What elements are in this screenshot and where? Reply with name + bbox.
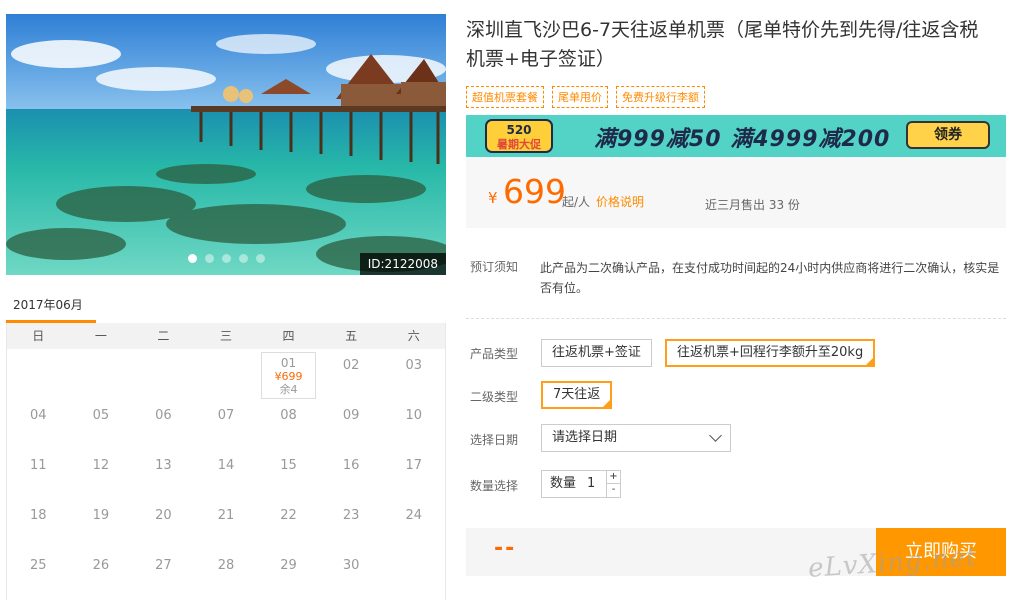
sold-count: 近三月售出 33 份 bbox=[705, 198, 800, 212]
calendar-day: 04 bbox=[30, 408, 47, 423]
chevron-down-icon bbox=[709, 429, 722, 442]
price-explain-link[interactable]: 价格说明 bbox=[596, 193, 644, 210]
calendar-day: 03 bbox=[405, 358, 422, 373]
booking-notice-label: 预订须知 bbox=[470, 260, 519, 274]
calendar-day: 09 bbox=[342, 408, 360, 423]
calendar-day: 10 bbox=[405, 408, 422, 423]
calendar-day: 22 bbox=[280, 508, 297, 523]
carousel-dot[interactable] bbox=[204, 254, 214, 263]
calendar-day-remaining: 余4 bbox=[279, 383, 298, 396]
price-amount: 699 bbox=[503, 172, 566, 211]
calendar-day: 27 bbox=[155, 558, 172, 573]
calendar-day: 15 bbox=[280, 458, 297, 473]
calendar-day: 07 bbox=[217, 408, 235, 423]
claim-coupon-button[interactable]: 领券 bbox=[906, 121, 990, 149]
calendar-weekday-header: 日一二三四五六 bbox=[7, 323, 445, 349]
quantity-inner-label: 数量 bbox=[550, 476, 577, 491]
product-type-option-baggage[interactable]: 往返机票+回程行李额升至20kg bbox=[665, 339, 876, 367]
calendar-day: 21 bbox=[217, 508, 235, 523]
calendar-day-empty bbox=[70, 349, 133, 399]
promo-banner[interactable]: 520 暑期大促 满999减50 满4999减200 领券 bbox=[466, 115, 1006, 157]
calendar-day: 14 bbox=[217, 458, 235, 473]
calendar-day: 28 bbox=[217, 558, 235, 573]
tag-free-baggage: 免费升级行李额 bbox=[616, 86, 705, 108]
product-photo[interactable]: ID:2122008 bbox=[6, 14, 446, 275]
quantity-minus-button[interactable]: - bbox=[606, 484, 620, 497]
quantity-value[interactable]: 1 bbox=[587, 471, 595, 497]
date-select-value: 请选择日期 bbox=[552, 430, 618, 445]
calendar-day: 18 bbox=[30, 508, 47, 523]
product-id-badge: ID:2122008 bbox=[359, 253, 446, 275]
calendar-day-empty bbox=[382, 549, 445, 599]
calendar-day: 30 bbox=[342, 558, 360, 573]
calendar-day-empty bbox=[195, 349, 258, 399]
calendar-day-available[interactable]: 01 ¥699 余4 bbox=[261, 352, 316, 399]
weekday-label: 一 bbox=[94, 329, 107, 343]
price-unit: 起/人 bbox=[562, 195, 591, 209]
booking-notice-text: 此产品为二次确认产品，在支付成功时间起的24小时内供应商将进行二次确认，核实是否… bbox=[540, 261, 1000, 295]
weekday-label: 二 bbox=[157, 329, 170, 343]
price-box: ¥ 699 起/人 价格说明 近三月售出 33 份 bbox=[466, 157, 1006, 228]
calendar-day: 02 bbox=[342, 358, 360, 373]
carousel-dot[interactable] bbox=[221, 254, 231, 263]
calendar-day: 16 bbox=[342, 458, 360, 473]
beach-resort-image bbox=[6, 14, 446, 275]
calendar-day-empty bbox=[7, 349, 70, 399]
date-select[interactable]: 请选择日期 bbox=[541, 424, 731, 452]
promo-badge: 520 暑期大促 bbox=[484, 118, 554, 154]
quantity-label: 数量选择 bbox=[470, 479, 519, 493]
sub-type-label: 二级类型 bbox=[470, 390, 519, 404]
price-currency: ¥ bbox=[488, 189, 498, 207]
calendar-day-empty bbox=[132, 349, 195, 399]
product-tags: 超值机票套餐 尾单甩价 免费升级行李额 bbox=[466, 86, 705, 108]
calendar: 日 一 二 三 四 五 六 01 ¥699 余4 02 03 04 05 06 07 08 09 10 11 12 13… bbox=[6, 323, 446, 600]
total-price: -- bbox=[494, 536, 517, 561]
carousel-dot[interactable] bbox=[255, 254, 265, 263]
promo-badge-bottom: 暑期大促 bbox=[497, 137, 542, 151]
calendar-day-number: 01 bbox=[280, 356, 297, 370]
date-label: 选择日期 bbox=[470, 433, 519, 447]
calendar-day: 19 bbox=[92, 508, 110, 523]
product-page: ID:2122008 2017年06月 日一二三四五六 01 ¥699 余4 02 03… bbox=[0, 0, 1012, 600]
calendar-day: 23 bbox=[342, 508, 360, 523]
calendar-day: 20 bbox=[155, 508, 172, 523]
calendar-grid: 01 ¥699 余4 02 03 04 05 06 07 08 09 10 11 12 13 14 15 16 17… bbox=[7, 349, 445, 599]
calendar-day: 17 bbox=[405, 458, 422, 473]
calendar-day: 08 bbox=[280, 408, 297, 423]
calendar-day: 26 bbox=[92, 558, 110, 573]
promo-offer-text: 满999减50 满4999减200 bbox=[594, 127, 891, 152]
calendar-day: 24 bbox=[405, 508, 422, 523]
weekday-label: 六 bbox=[407, 329, 420, 343]
divider bbox=[466, 318, 1006, 319]
calendar-day: 12 bbox=[92, 458, 110, 473]
tag-value-package: 超值机票套餐 bbox=[466, 86, 544, 108]
carousel-dot[interactable] bbox=[187, 254, 197, 263]
weekday-label: 五 bbox=[345, 329, 358, 343]
calendar-day: 06 bbox=[155, 408, 172, 423]
weekday-label: 三 bbox=[219, 329, 232, 343]
quantity-plus-button[interactable]: + bbox=[606, 471, 620, 484]
quantity-stepper: 数量 1 + - bbox=[541, 470, 621, 498]
weekday-label: 四 bbox=[282, 329, 295, 343]
product-type-label: 产品类型 bbox=[470, 347, 519, 361]
weekday-label: 日 bbox=[32, 329, 45, 343]
product-title: 深圳直飞沙巴6-7天往返单机票（尾单特价先到先得/往返含税机票+电子签证） bbox=[466, 19, 979, 70]
sub-type-option-7-days[interactable]: 7天往返 bbox=[541, 381, 613, 409]
calendar-day: 05 bbox=[92, 408, 110, 423]
calendar-month-tab[interactable]: 2017年06月 bbox=[13, 296, 83, 313]
calendar-day-price: ¥699 bbox=[274, 370, 303, 383]
carousel-dot[interactable] bbox=[238, 254, 248, 263]
calendar-day: 13 bbox=[155, 458, 172, 473]
product-type-option-visa[interactable]: 往返机票+签证 bbox=[541, 339, 652, 367]
calendar-day: 29 bbox=[280, 558, 297, 573]
calendar-day: 25 bbox=[30, 558, 47, 573]
promo-badge-top: 520 bbox=[506, 123, 531, 137]
calendar-day: 11 bbox=[30, 458, 47, 473]
tag-clearance: 尾单甩价 bbox=[552, 86, 608, 108]
